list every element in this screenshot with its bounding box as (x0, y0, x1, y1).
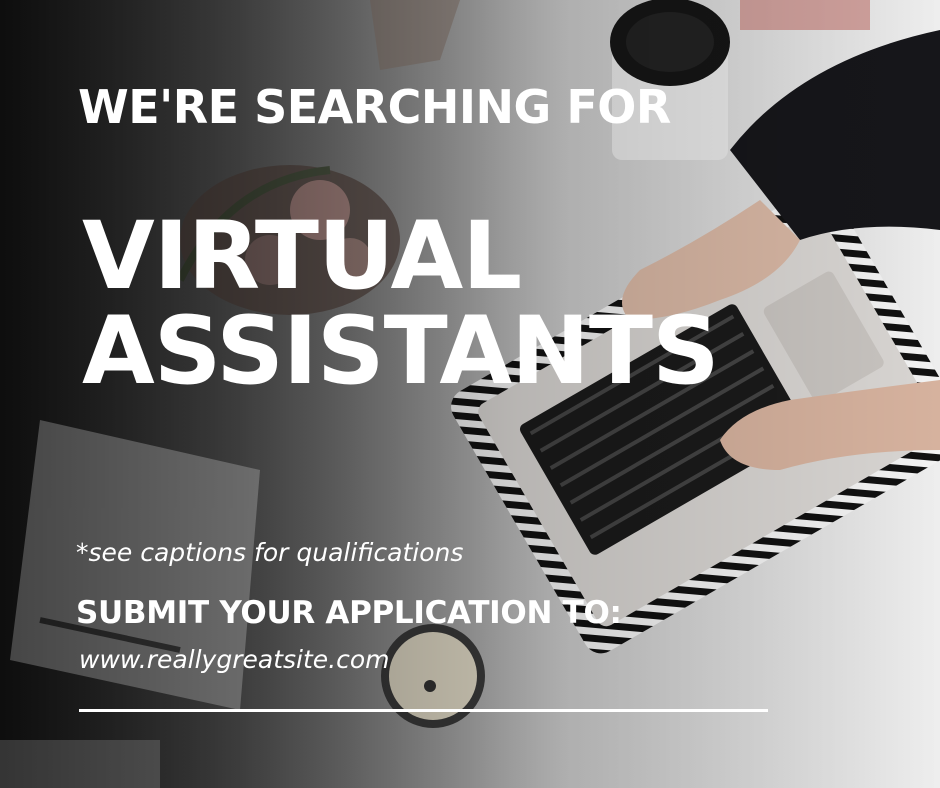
qualifications-note: *see captions for qualifications (76, 538, 464, 567)
divider-line (79, 709, 768, 712)
eyebrow-heading: WE'RE SEARCHING FOR (78, 80, 671, 134)
cta-label: SUBMIT YOUR APPLICATION TO: (76, 595, 622, 631)
website-link[interactable]: www.reallygreatsite.com (79, 645, 390, 674)
title-line-2: ASSISTANTS (82, 297, 720, 406)
title-line-1: VIRTUAL (82, 202, 522, 311)
